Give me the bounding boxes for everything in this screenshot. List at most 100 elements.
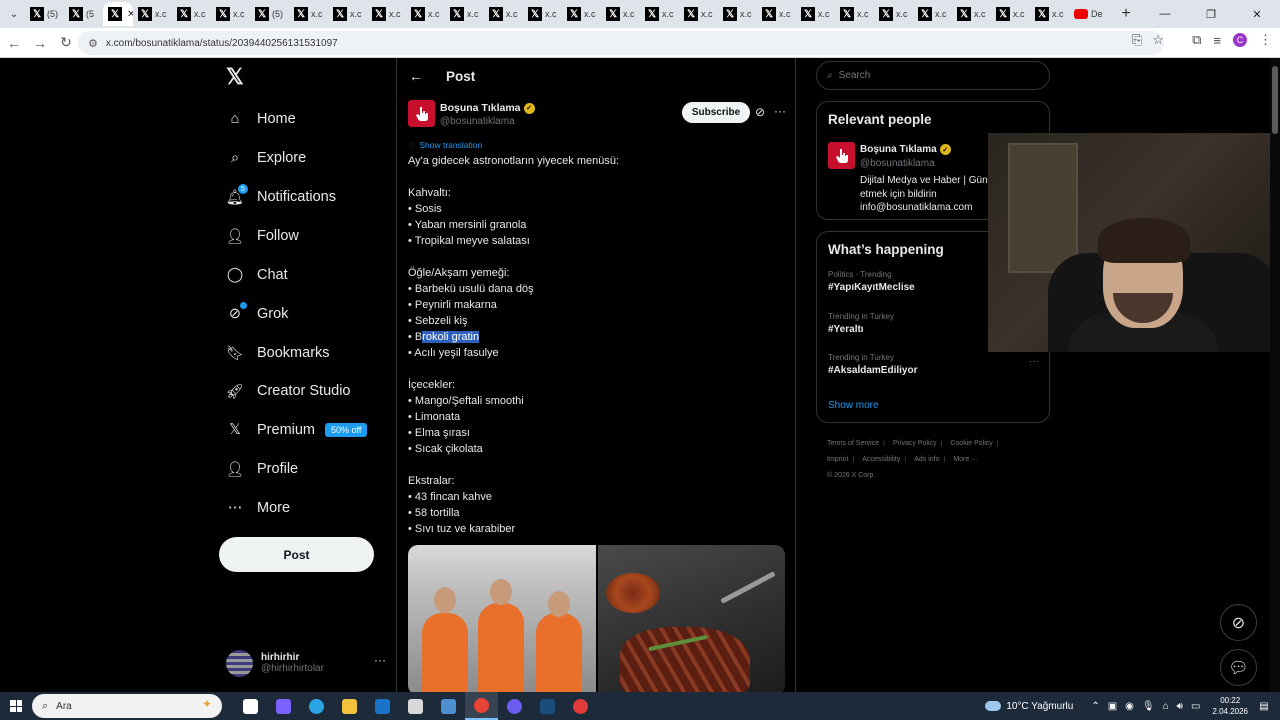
browser-tab[interactable]: 𝕏x.c xyxy=(718,2,757,26)
reload-icon[interactable]: ↻ xyxy=(54,31,78,55)
browser-tab[interactable]: 𝕏x.c xyxy=(367,2,406,26)
forward-icon[interactable]: → xyxy=(28,31,52,55)
browser-tab[interactable]: 𝕏x.c xyxy=(796,2,835,26)
account-switcher[interactable]: hirhirhir @hirhirhirtolar ··· xyxy=(226,647,386,679)
show-translation-text[interactable]: Show translation xyxy=(419,140,482,150)
more-icon[interactable]: ··· xyxy=(374,653,386,667)
relevant-handle[interactable]: @bosunatiklama xyxy=(860,158,935,169)
author-name-text[interactable]: Boşuna Tıklama xyxy=(440,102,521,114)
install-app-icon[interactable]: ⎘ xyxy=(1132,32,1142,48)
browser-tab[interactable]: 𝕏x.c xyxy=(640,2,679,26)
browser-tab[interactable]: 𝕏x.c xyxy=(991,2,1030,26)
browser-tab[interactable]: 𝕏x.c xyxy=(679,2,718,26)
nav-item-notifications[interactable]: 🔔︎ 5 Notifications xyxy=(226,182,336,212)
browser-tab[interactable]: 𝕏x.c xyxy=(484,2,523,26)
post-button[interactable]: Post xyxy=(219,537,374,572)
trend-item[interactable]: Trending in Turkey #Yeraltı xyxy=(828,312,894,335)
footer-link[interactable]: More ··· xyxy=(953,456,978,463)
browser-tab[interactable]: 𝕏x.c xyxy=(562,2,601,26)
grok-icon[interactable]: ⊘ xyxy=(755,105,765,119)
profile-avatar[interactable]: C xyxy=(1233,33,1247,47)
weather-widget[interactable]: 10°C Yağmurlu xyxy=(985,701,1073,712)
show-translation-link[interactable]: ◌ Show translation xyxy=(410,140,482,150)
browser-tab[interactable]: 𝕏x.c xyxy=(874,2,913,26)
site-info-icon[interactable]: ⚙ xyxy=(88,37,98,50)
back-icon[interactable]: ← xyxy=(2,31,26,55)
browser-tab[interactable]: 𝕏x.c xyxy=(289,2,328,26)
browser-tab[interactable]: 𝕏 (5) xyxy=(25,2,64,26)
show-more-link[interactable]: Show more xyxy=(828,400,879,411)
trend-item[interactable]: Trending in Turkey #AksaİdamEdiliyor xyxy=(828,353,917,376)
nav-item-profile[interactable]: 👤︎ Profile xyxy=(226,454,298,484)
back-arrow-icon[interactable]: ← xyxy=(409,68,423,84)
taskbar-search[interactable]: ⌕ Ara ✦ xyxy=(32,694,222,718)
footer-link[interactable]: Cookie Policy xyxy=(950,440,992,447)
x-logo-icon[interactable]: 𝕏 xyxy=(226,64,244,90)
nav-item-explore[interactable]: ⌕ Explore xyxy=(226,143,306,173)
volume-icon[interactable]: 🔊︎ xyxy=(1177,701,1183,712)
restore-icon[interactable]: ❐ xyxy=(1188,0,1234,28)
more-icon[interactable]: ··· xyxy=(1029,356,1039,367)
discord-icon[interactable] xyxy=(498,692,531,720)
relevant-name-text[interactable]: Boşuna Tıklama xyxy=(860,144,937,155)
browser-tab[interactable]: 𝕏 ✕ xyxy=(103,2,133,26)
bookmark-star-icon[interactable]: ☆ xyxy=(1152,32,1164,48)
browser-tab[interactable]: 𝕏x.c xyxy=(757,2,796,26)
chevron-up-icon[interactable]: ⌃ xyxy=(1091,701,1099,712)
messages-fab-icon[interactable]: 💬︎ xyxy=(1220,649,1257,686)
nav-item-follow[interactable]: 👤︎ Follow xyxy=(226,221,299,251)
minimize-icon[interactable]: — xyxy=(1142,0,1188,28)
footer-link[interactable]: Accessibility xyxy=(862,456,900,463)
browser-tab[interactable]: 𝕏x.c xyxy=(913,2,952,26)
browser-tab[interactable]: 𝕏x.c xyxy=(445,2,484,26)
file-explorer-icon[interactable] xyxy=(333,692,366,720)
avatar[interactable] xyxy=(828,142,855,169)
browser-tab[interactable]: 𝕏x.c xyxy=(1030,2,1069,26)
nav-item-more[interactable]: ⋯ More xyxy=(226,493,290,523)
astronauts-photo[interactable] xyxy=(408,545,596,692)
nav-item-chat[interactable]: ◯ Chat xyxy=(226,260,288,290)
author-name[interactable]: Boşuna Tıklama ✓ xyxy=(440,102,535,114)
trend-item[interactable]: Politics · Trending #YapıKayıtMeclise xyxy=(828,270,915,293)
menu-icon[interactable]: ⋮ xyxy=(1259,32,1272,48)
browser-tab[interactable]: 𝕏x.c xyxy=(835,2,874,26)
start-button[interactable] xyxy=(0,692,32,720)
browser-tab[interactable]: 𝕏x.c xyxy=(406,2,445,26)
search-input[interactable]: ⌕ Search xyxy=(816,61,1050,90)
post-media[interactable] xyxy=(408,545,785,692)
nav-item-creator-studio[interactable]: 🚀︎ Creator Studio xyxy=(226,376,351,406)
tab-search-icon[interactable]: ⌄ xyxy=(3,3,25,25)
close-icon[interactable]: ✕ xyxy=(1234,0,1280,28)
chrome-icon[interactable] xyxy=(465,692,498,720)
network-icon[interactable]: ⌂ xyxy=(1163,701,1169,712)
url-field[interactable]: ⚙ x.com/bosunatiklama/status/20394402561… xyxy=(78,31,1164,55)
task-view-icon[interactable] xyxy=(234,692,267,720)
extensions-icon[interactable]: ⧉ xyxy=(1192,32,1201,48)
browser-tab[interactable]: 𝕏x.c xyxy=(601,2,640,26)
browser-tab[interactable]: 𝕏x.c xyxy=(172,2,211,26)
footer-link[interactable]: Privacy Policy xyxy=(893,440,937,447)
store-icon[interactable] xyxy=(399,692,432,720)
nav-item-grok[interactable]: ⊘ Grok xyxy=(226,299,288,329)
new-tab-button[interactable]: + xyxy=(1116,5,1136,23)
copilot-icon[interactable] xyxy=(267,692,300,720)
notification-icon[interactable]: ▤ xyxy=(1254,701,1274,712)
more-options-icon[interactable]: ··· xyxy=(774,104,786,118)
tray-app-icon[interactable]: ▣ xyxy=(1108,701,1117,712)
edge-icon[interactable] xyxy=(300,692,333,720)
url-text[interactable]: x.com/bosunatiklama/status/2039440256131… xyxy=(106,38,338,49)
browser-tab[interactable]: 𝕏 (5 xyxy=(64,2,103,26)
subscribe-button[interactable]: Subscribe xyxy=(682,102,750,123)
app-icon[interactable] xyxy=(432,692,465,720)
nav-item-home[interactable]: ⌂ Home xyxy=(226,104,296,134)
outlook-icon[interactable] xyxy=(366,692,399,720)
steak-photo[interactable] xyxy=(597,545,785,692)
footer-link[interactable]: Imprint xyxy=(827,456,848,463)
author-handle[interactable]: @bosunatiklama xyxy=(440,116,515,127)
browser-tab[interactable]: 𝕏x.c xyxy=(211,2,250,26)
browser-tab[interactable]: 𝕏x.c xyxy=(328,2,367,26)
author-avatar[interactable] xyxy=(408,100,435,127)
footer-link[interactable]: Terms of Service xyxy=(827,440,879,447)
tray-app-icon[interactable]: ◉ xyxy=(1125,701,1134,712)
browser-tab[interactable]: 𝕏x.c xyxy=(952,2,991,26)
